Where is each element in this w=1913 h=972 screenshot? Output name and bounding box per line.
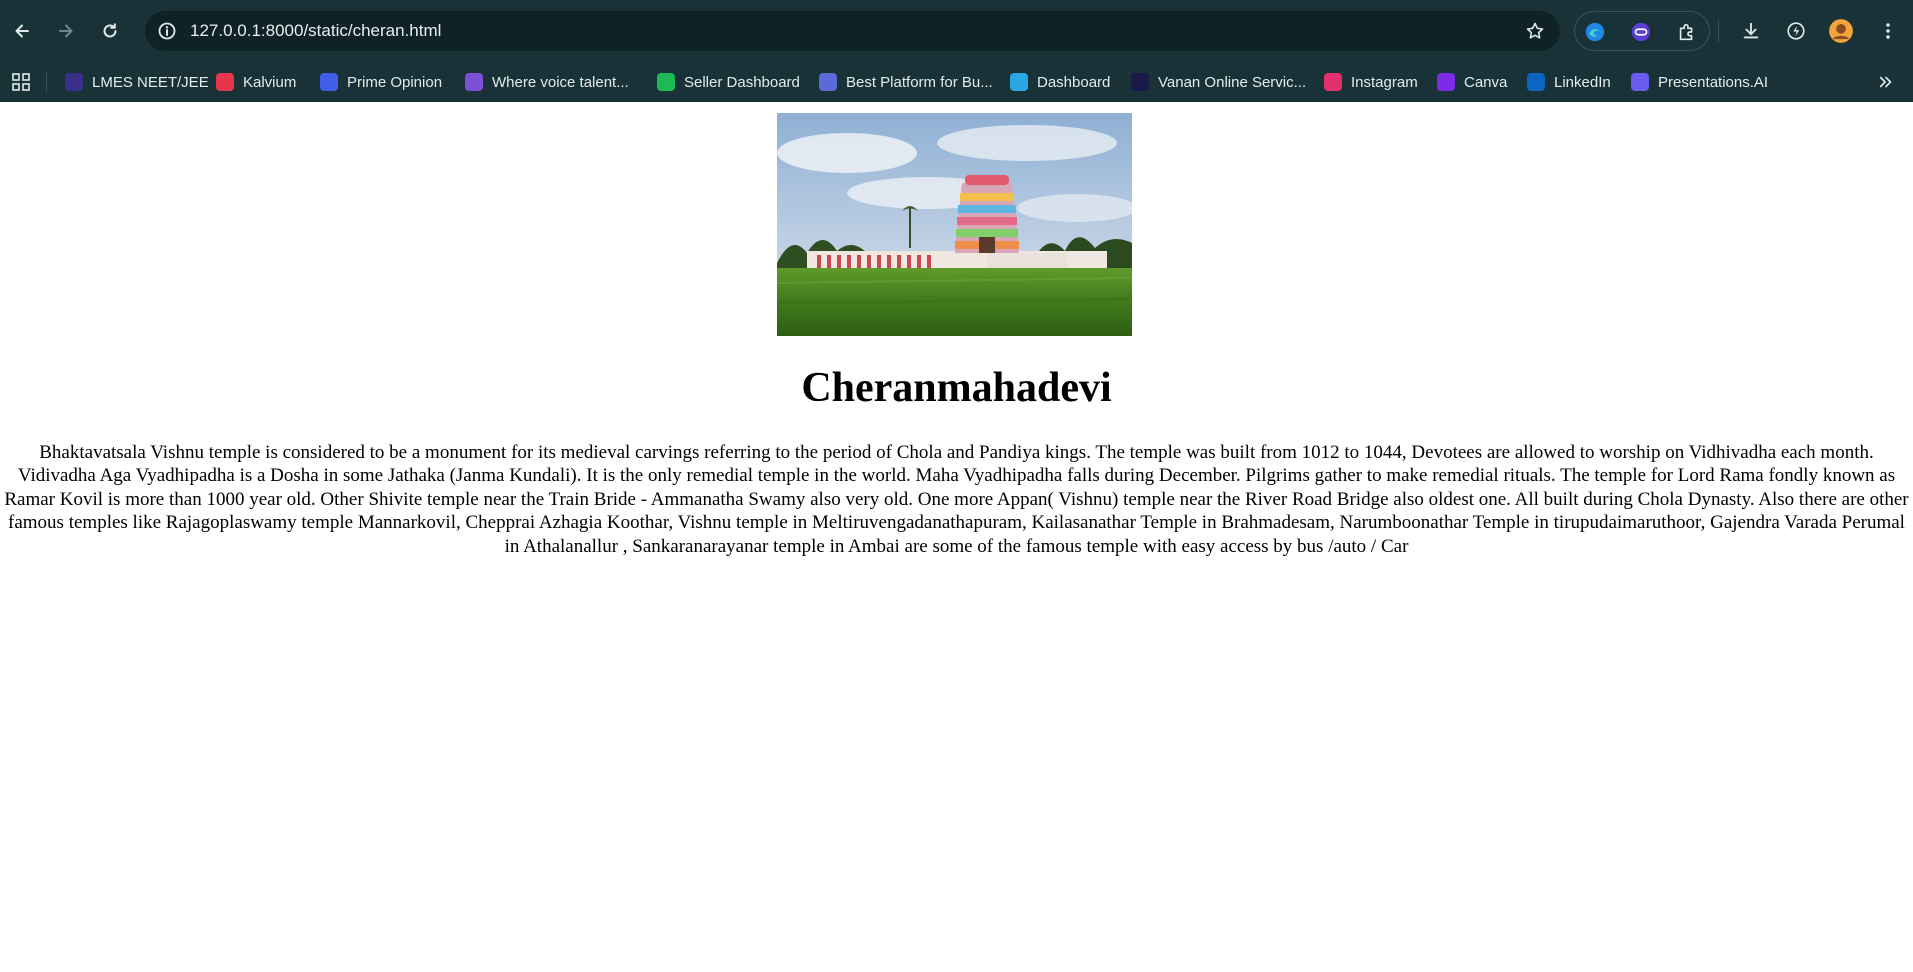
site-info-icon[interactable] bbox=[153, 17, 181, 45]
performance-icon[interactable] bbox=[1781, 16, 1811, 46]
menu-kebab-icon[interactable] bbox=[1873, 16, 1903, 46]
puzzle-extensions-icon[interactable] bbox=[1674, 19, 1700, 45]
reload-icon bbox=[103, 23, 117, 38]
apps-grid-icon[interactable] bbox=[8, 69, 34, 95]
bookmark-label: Kalvium bbox=[243, 73, 297, 91]
toolbar-divider bbox=[1718, 20, 1719, 42]
profile-avatar[interactable] bbox=[1826, 16, 1856, 46]
page-content: Cheranmahadevi Bhaktavatsala Vishnu temp… bbox=[0, 102, 1913, 972]
bookmark-item[interactable]: Dashboard bbox=[1010, 69, 1110, 95]
voice-talent-icon bbox=[465, 73, 483, 91]
canva-icon bbox=[1437, 73, 1455, 91]
bookmark-label: Instagram bbox=[1351, 73, 1418, 91]
instagram-icon bbox=[1324, 73, 1342, 91]
bookmark-item[interactable]: Kalvium bbox=[216, 69, 296, 95]
browser-toolbar: 127.0.0.1:8000/static/cheran.html bbox=[0, 0, 1913, 62]
bookmark-label: Seller Dashboard bbox=[684, 73, 800, 91]
bookmark-label: Canva bbox=[1464, 73, 1508, 91]
page-title: Cheranmahadevi bbox=[801, 365, 1112, 411]
chevron-double-right-icon[interactable] bbox=[1873, 69, 1899, 95]
bookmark-label: LMES NEET/JEE bbox=[92, 73, 209, 91]
back-button[interactable] bbox=[4, 13, 40, 49]
bookmark-label: Prime Opinion bbox=[347, 73, 443, 91]
arrow-left-icon bbox=[15, 24, 29, 38]
kalvium-icon bbox=[216, 73, 234, 91]
bookmark-label: Vanan Online Servic... bbox=[1158, 73, 1307, 91]
linkedin-icon bbox=[1527, 73, 1545, 91]
reload-button[interactable] bbox=[92, 13, 128, 49]
browser-chrome: 127.0.0.1:8000/static/cheran.html LMES N… bbox=[0, 0, 1913, 102]
presentations-ai-icon bbox=[1631, 73, 1649, 91]
bookmark-label: Presentations.AI bbox=[1658, 73, 1769, 91]
bookmark-item[interactable]: Canva bbox=[1437, 69, 1507, 95]
prime-opinion-icon bbox=[320, 73, 338, 91]
bookmark-item[interactable]: Presentations.AI bbox=[1631, 69, 1768, 95]
bookmark-item[interactable]: LinkedIn bbox=[1527, 69, 1611, 95]
bookmark-item[interactable]: Prime Opinion bbox=[320, 69, 442, 95]
lmes-icon bbox=[65, 73, 83, 91]
bookmarks-bar: LMES NEET/JEE Kalvium Prime Opinion Where v… bbox=[0, 62, 1913, 102]
link-extension-icon[interactable] bbox=[1628, 19, 1654, 45]
forward-button[interactable] bbox=[48, 13, 84, 49]
bookmark-item[interactable]: Vanan Online Servic... bbox=[1131, 69, 1306, 95]
bookmark-item[interactable]: LMES NEET/JEE bbox=[65, 69, 209, 95]
bookmark-item[interactable]: Instagram bbox=[1324, 69, 1418, 95]
seller-dashboard-icon bbox=[657, 73, 675, 91]
best-platform-icon bbox=[819, 73, 837, 91]
bookmark-label: Dashboard bbox=[1037, 73, 1111, 91]
address-bar[interactable]: 127.0.0.1:8000/static/cheran.html bbox=[145, 11, 1560, 51]
edge-copilot-icon[interactable] bbox=[1582, 19, 1608, 45]
url-text[interactable]: 127.0.0.1:8000/static/cheran.html bbox=[190, 21, 441, 41]
bookmark-label: LinkedIn bbox=[1554, 73, 1611, 91]
bookmark-item[interactable]: Seller Dashboard bbox=[657, 69, 800, 95]
bookmarks-divider bbox=[46, 72, 47, 92]
bookmark-item[interactable]: Best Platform for Bu... bbox=[819, 69, 993, 95]
temple-image bbox=[777, 113, 1132, 336]
bookmark-item[interactable]: Where voice talent... bbox=[465, 69, 629, 95]
page-body-text: Bhaktavatsala Vishnu temple is considere… bbox=[4, 442, 1909, 557]
extensions-group bbox=[1574, 11, 1710, 51]
vanan-icon bbox=[1131, 73, 1149, 91]
bookmark-label: Where voice talent... bbox=[492, 73, 629, 91]
dashboard-icon bbox=[1010, 73, 1028, 91]
bookmark-star-icon[interactable] bbox=[1522, 18, 1548, 44]
bookmark-label: Best Platform for Bu... bbox=[846, 73, 993, 91]
downloads-icon[interactable] bbox=[1736, 16, 1766, 46]
arrow-right-icon bbox=[59, 24, 73, 38]
